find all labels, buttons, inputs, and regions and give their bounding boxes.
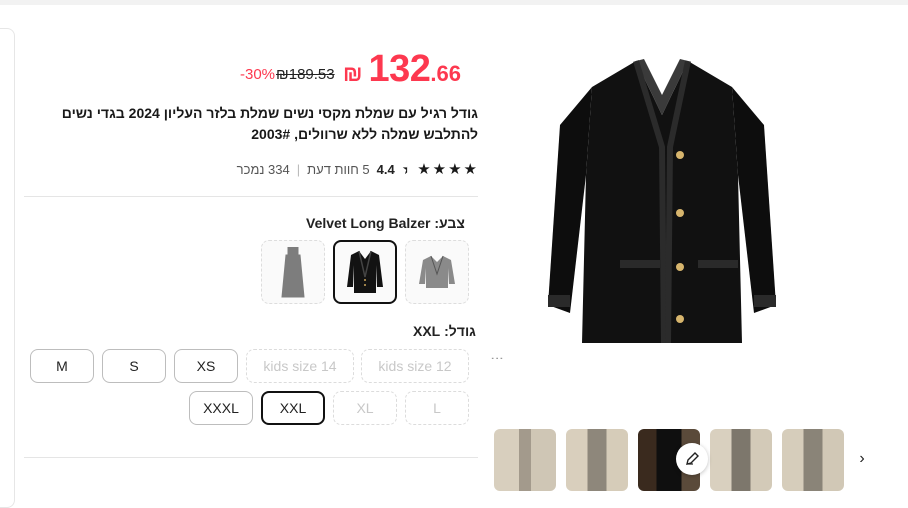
rating-stars[interactable]: ★ ★ ★ ★ ★ <box>402 160 477 178</box>
gallery-next-button[interactable]: › <box>848 436 876 482</box>
top-bar <box>0 0 908 5</box>
original-price: ₪189.53 <box>276 66 335 83</box>
size-option-kids-14[interactable]: kids size 14 <box>246 349 354 383</box>
more-sizes-icon[interactable]: ⋮ <box>490 352 505 363</box>
color-label-key: צבע: <box>434 215 465 231</box>
blazer-black-icon <box>347 250 383 293</box>
product-title[interactable]: גודל רגיל עם שמלת מקסי נשים שמלת בלזר הע… <box>58 103 478 145</box>
price-integer: 132 <box>368 48 431 90</box>
reviews-count[interactable]: 5 חוות דעת <box>307 162 370 177</box>
gallery-thumb[interactable] <box>566 429 628 491</box>
sold-count: 334 נמכר <box>236 161 290 177</box>
size-option-xs[interactable]: XS <box>174 349 238 383</box>
color-selected-name: Velvet Long Balzer <box>306 215 431 231</box>
color-option-gray-cardigan[interactable] <box>405 240 469 304</box>
cardigan-gray-icon <box>419 255 455 288</box>
rating-row: ★ ★ ★ ★ ★ 4.4 5 חוות דעת | 334 נמכר <box>215 160 477 178</box>
price-decimal: .66 <box>430 61 461 86</box>
star-icon: ★ <box>417 161 431 178</box>
chevron-right-icon: › <box>859 450 865 467</box>
size-option-m[interactable]: M <box>30 349 94 383</box>
divider <box>24 457 478 458</box>
gallery-thumb[interactable] <box>494 429 556 491</box>
edit-button[interactable] <box>676 443 708 475</box>
size-selected-value: XXL <box>413 323 441 339</box>
size-option-xxxl[interactable]: XXXL <box>189 391 253 425</box>
color-option-velvet-long-blazer[interactable] <box>333 240 397 304</box>
color-label: צבע: Velvet Long Balzer <box>306 215 465 231</box>
dress-gray-icon <box>281 247 305 298</box>
size-option-s[interactable]: S <box>102 349 166 383</box>
product-main-image[interactable] <box>540 55 784 345</box>
star-icon: ★ <box>432 161 447 178</box>
current-price: ₪ 132.66 <box>343 48 461 91</box>
size-option-xl[interactable]: XL <box>333 391 397 425</box>
size-label: גודל: XXL <box>413 323 476 339</box>
size-option-kids-12[interactable]: kids size 12 <box>361 349 469 383</box>
gallery-thumb[interactable] <box>710 429 772 491</box>
price-currency: ₪ <box>343 61 363 86</box>
pencil-icon <box>686 452 699 465</box>
star-icon: ★ <box>448 161 462 178</box>
discount-badge: -30% <box>240 66 276 83</box>
rating-value: 4.4 <box>376 161 395 177</box>
divider <box>24 196 478 197</box>
separator: | <box>296 161 301 177</box>
size-label-key: גודל: <box>444 323 476 339</box>
star-icon: ★ <box>463 161 477 178</box>
size-option-xxl[interactable]: XXL <box>261 391 325 425</box>
gallery-thumb[interactable] <box>782 429 844 491</box>
side-panel-edge <box>0 28 15 508</box>
star-half-icon: ★ <box>401 161 416 178</box>
size-option-l[interactable]: L <box>405 391 469 425</box>
color-option-gray-dress[interactable] <box>261 240 325 304</box>
